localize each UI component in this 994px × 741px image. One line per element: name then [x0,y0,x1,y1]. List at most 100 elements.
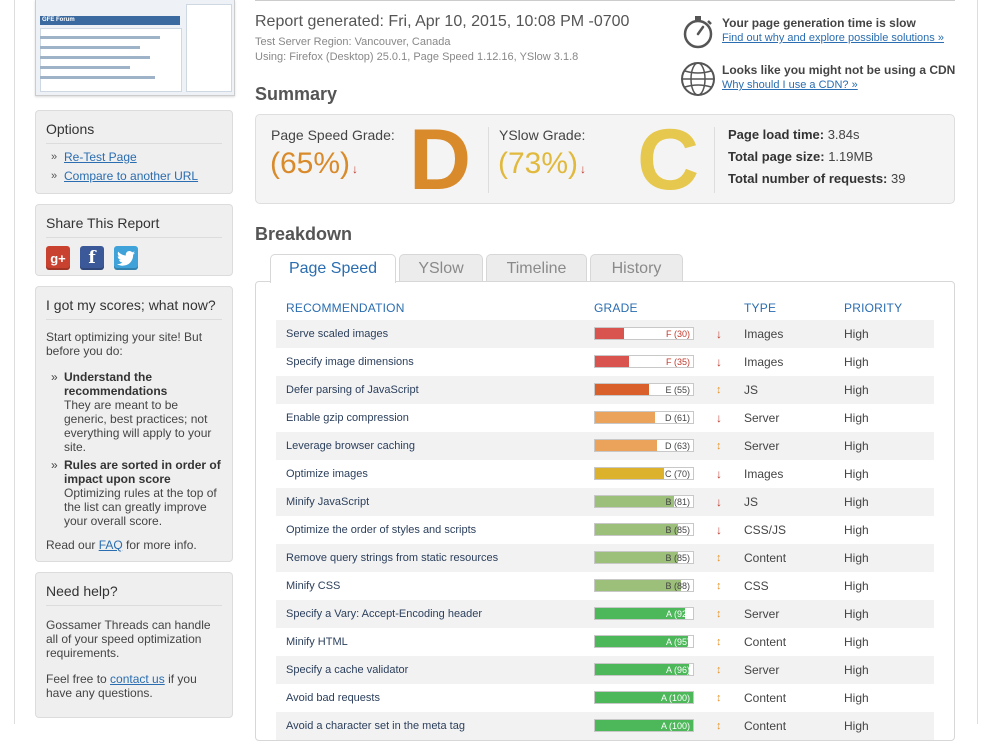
recommendation-name[interactable]: Optimize the order of styles and scripts [286,516,476,544]
grade-bar: B (85) [594,523,694,536]
grade-bar: F (30) [594,327,694,340]
recommendation-priority: High [844,663,869,677]
recommendation-priority: High [844,383,869,397]
recommendation-type: CSS [744,579,769,593]
column-header-priority[interactable]: PRIORITY [844,301,902,315]
table-row[interactable]: Optimize the order of styles and scripts… [276,516,934,544]
down-arrow-icon: ↓ [716,327,722,341]
recommendation-name[interactable]: Specify image dimensions [286,348,414,376]
grade-bar-fill [595,384,649,395]
up-down-arrow-icon: ↕ [716,552,722,564]
recommendation-name[interactable]: Optimize images [286,460,368,488]
notice-link[interactable]: Find out why and explore possible soluti… [722,32,944,44]
table-row[interactable]: Leverage browser caching D (63) ↕ Server Hig… [276,432,934,460]
recommendation-name[interactable]: Enable gzip compression [286,404,409,432]
recommendation-name[interactable]: Avoid bad requests [286,684,380,712]
twitter-icon[interactable] [114,246,138,270]
thumbnail-line [40,56,150,59]
table-row[interactable]: Specify a cache validator A (96) ↕ Server Hi… [276,656,934,684]
recommendation-priority: High [844,411,869,425]
contact-prefix: Feel free to [46,672,111,686]
recommendation-name[interactable]: Serve scaled images [286,320,388,348]
table-row[interactable]: Serve scaled images F (30) ↓ Images High [276,320,934,348]
page-screenshot-thumbnail[interactable]: GFE Forum [35,0,235,96]
table-row[interactable]: Optimize images C (70) ↓ Images High [276,460,934,488]
recommendation-priority: High [844,355,869,369]
notice-link[interactable]: Why should I use a CDN? » [722,79,858,91]
recommendation-priority: High [844,579,869,593]
grade-bar: D (61) [594,411,694,424]
table-row[interactable]: Enable gzip compression D (61) ↓ Server High [276,404,934,432]
grade-bar: F (35) [594,355,694,368]
recommendation-name[interactable]: Specify a cache validator [286,656,408,684]
list-item-heading: Rules are sorted in order of impact upon… [64,458,221,486]
metric-value: 39 [891,171,906,186]
recommendation-type: Content [744,691,787,705]
table-row[interactable]: Minify HTML A (95) ↕ Content High [276,628,934,656]
google-plus-icon[interactable]: g+ [46,246,70,270]
recommendation-name[interactable]: Defer parsing of JavaScript [286,376,419,404]
yslow-grade-letter: C [637,112,700,208]
recommendation-priority: High [844,719,869,733]
summary-box: Page Speed Grade: (65%) ↓ D YSlow Grade: … [255,114,955,204]
down-arrow-icon: ↓ [716,523,722,537]
contact-us-link[interactable]: contact us [110,672,165,686]
options-title: Options [46,111,222,144]
stopwatch-icon [683,16,713,49]
recommendation-type: Images [744,355,784,369]
table-row[interactable]: Specify image dimensions F (35) ↓ Images Hig… [276,348,934,376]
grade-bar: B (88) [594,579,694,592]
need-help-panel: Need help? Gossamer Threads can handle a… [35,572,233,718]
facebook-icon[interactable]: f [80,246,104,270]
grade-label: C (70) [664,469,690,479]
recommendation-name[interactable]: Minify JavaScript [286,488,369,516]
recommendation-priority: High [844,495,869,509]
up-down-arrow-icon: ↕ [716,440,722,452]
grade-label: F (35) [665,357,690,367]
table-row[interactable]: Defer parsing of JavaScript E (55) ↕ JS High [276,376,934,404]
summary-heading: Summary [255,84,338,104]
grade-bar-fill [595,328,625,339]
column-header-grade[interactable]: GRADE [594,301,638,315]
faq-prefix: Read our [46,538,99,552]
test-using: Using: Firefox (Desktop) 25.0.1, Page Sp… [255,51,579,63]
table-row[interactable]: Minify CSS B (88) ↕ CSS High [276,572,934,600]
up-down-arrow-icon: ↕ [716,384,722,396]
total-page-size: Total page size: 1.19MB [728,149,873,164]
grade-label: A (92) [665,609,690,619]
recommendation-priority: High [844,607,869,621]
recommendations-table: RECOMMENDATION GRADE TYPE PRIORITY Serve… [255,281,955,741]
tab-yslow[interactable]: YSlow [399,254,483,281]
faq-link[interactable]: FAQ [99,538,123,552]
retest-page-link[interactable]: Re-Test Page [51,148,222,167]
recommendation-type: Server [744,411,780,425]
thumbnail-sidebar [186,4,232,92]
scores-help-intro: Start optimizing your site! But before y… [46,330,203,358]
recommendation-name[interactable]: Minify CSS [286,572,340,600]
recommendation-name[interactable]: Specify a Vary: Accept-Encoding header [286,600,482,628]
table-row[interactable]: Minify JavaScript B (81) ↓ JS High [276,488,934,516]
table-row[interactable]: Remove query strings from static resourc… [276,544,934,572]
compare-url-link[interactable]: Compare to another URL [51,167,222,186]
page-load-time: Page load time: 3.84s [728,127,860,142]
table-row[interactable]: Specify a Vary: Accept-Encoding header A … [276,600,934,628]
column-header-type[interactable]: TYPE [744,301,776,315]
tab-timeline[interactable]: Timeline [486,254,587,281]
column-header-recommendation[interactable]: RECOMMENDATION [286,301,405,315]
recommendation-name[interactable]: Leverage browser caching [286,432,415,460]
notice-title: Looks like you might not be using a CDN [722,63,956,77]
grade-label: F (30) [665,329,690,339]
recommendation-name[interactable]: Remove query strings from static resourc… [286,544,498,572]
recommendation-name[interactable]: Avoid a character set in the meta tag [286,712,465,740]
recommendation-type: Images [744,467,784,481]
tab-page-speed[interactable]: Page Speed [270,254,396,283]
table-row[interactable]: Avoid bad requests A (100) ↕ Content High [276,684,934,712]
yslow-grade-percent: (73%) ↓ [498,147,586,181]
metric-label: Page load time: [728,127,825,142]
recommendation-priority: High [844,327,869,341]
table-row[interactable]: Avoid a character set in the meta tag A (… [276,712,934,740]
scores-help-panel: I got my scores; what now? Start optimiz… [35,286,233,562]
recommendation-type: Server [744,663,780,677]
recommendation-name[interactable]: Minify HTML [286,628,348,656]
tab-history[interactable]: History [590,254,683,281]
